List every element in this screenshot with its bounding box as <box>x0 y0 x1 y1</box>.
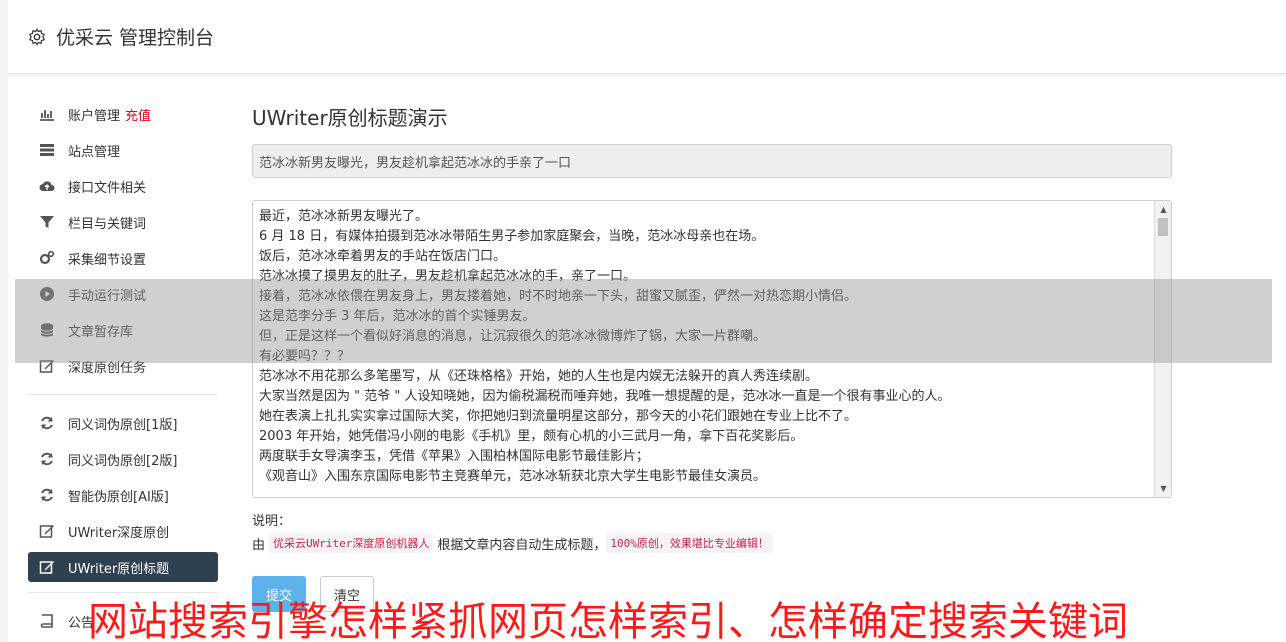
top-header: 优采云 管理控制台 <box>8 0 1286 74</box>
sidebar-item-label: 账户管理 <box>68 108 121 124</box>
robot-name-tag: 优采云UWriter深度原创机器人 <box>269 533 434 553</box>
article-content-textarea[interactable]: 最近，范冰冰新男友曝光了。 6 月 18 日，有媒体拍摄到范冰冰带陌生男子参加家庭… <box>252 200 1172 498</box>
notes-middle: 根据文章内容自动生成标题， <box>437 537 607 553</box>
scroll-thumb[interactable] <box>1158 218 1168 236</box>
content-line: 两度联手女导演李玉，凭借《苹果》入围柏林国际电影节最佳影片； <box>259 449 650 464</box>
database-icon <box>38 321 56 339</box>
gear-icon <box>28 27 46 46</box>
notes-label: 说明： <box>252 514 292 529</box>
sidebar-item-account[interactable]: 账户管理 充值 <box>28 96 218 132</box>
original-claim-tag: 100%原创，效果堪比专业编辑！ <box>606 533 773 553</box>
sidebar-item-synonym-v2[interactable]: 同义词伪原创[2版] <box>28 441 218 477</box>
content-line: 她在表演上扎扎实实拿过国际大奖，你把她归到流量明星这部分，那今天的小花们跟她在专… <box>259 409 858 424</box>
sidebar-item-label: 采集细节设置 <box>68 252 147 268</box>
sidebar-item-uwriter-title[interactable]: UWriter原创标题 <box>28 552 218 582</box>
sidebar-item-synonym-v1[interactable]: 同义词伪原创[1版] <box>28 405 218 441</box>
refresh-icon <box>38 450 56 468</box>
sidebar-item-label: 站点管理 <box>68 144 121 160</box>
sidebar-item-label: 文章暂存库 <box>68 324 134 340</box>
edit-icon <box>38 357 56 375</box>
sidebar-item-manual-run[interactable]: 手动运行测试 <box>28 276 218 312</box>
content-line: 有必要吗？？？ <box>259 349 351 364</box>
edit-icon <box>38 522 56 540</box>
content-line: 接着，范冰冰依偎在男友身上，男友搂着她，时不时地亲一下头，甜蜜又腻歪，俨然一对热… <box>259 289 858 304</box>
generated-title-value: 范冰冰新男友曝光，男友趁机拿起范冰冰的手亲了一口 <box>259 155 572 171</box>
sidebar-item-label: 栏目与关键词 <box>68 216 147 232</box>
content-line: 《观音山》入围东京国际电影节主竞赛单元，范冰冰斩获北京大学生电影节最佳女演员。 <box>259 469 767 484</box>
content-line: 这是范李分手 3 年后，范冰冰的首个实锤男友。 <box>259 309 536 324</box>
content-line: 饭后，范冰冰牵着男友的手站在饭店门口。 <box>259 249 507 264</box>
sidebar-item-label: 同义词伪原创[1版] <box>68 417 178 433</box>
sidebar-item-sites[interactable]: 站点管理 <box>28 132 218 168</box>
sidebar-item-label: 同义词伪原创[2版] <box>68 453 178 469</box>
watermark-banner: 网站搜索引擎怎样紧抓网页怎样索引、怎样确定搜索关键词 <box>88 599 1128 642</box>
sidebar-item-smart-ai[interactable]: 智能伪原创[AI版] <box>28 477 218 513</box>
article-content-lines: 最近，范冰冰新男友曝光了。 6 月 18 日，有媒体拍摄到范冰冰带陌生男子参加家庭… <box>253 201 1171 487</box>
sidebar-item-interface-files[interactable]: 接口文件相关 <box>28 168 218 204</box>
content-line: 范冰冰不用花那么多笔墨写，从《还珠格格》开始，她的人生也是内娱无法躲开的真人秀连… <box>259 369 819 384</box>
content-line: 2003 年开始，她凭借冯小刚的电影《手机》里，颇有心机的小三武月一角，拿下百花… <box>259 429 804 444</box>
notes-description: 由 优采云UWriter深度原创机器人 根据文章内容自动生成标题， 100%原创… <box>252 532 1172 554</box>
sidebar-item-deep-original-task[interactable]: 深度原创任务 <box>28 348 218 384</box>
content-line: 范冰冰摸了摸男友的肚子，男友趁机拿起范冰冰的手，亲了一口。 <box>259 269 637 284</box>
page-title: UWriter原创标题演示 <box>252 106 448 130</box>
generated-title-field[interactable]: 范冰冰新男友曝光，男友趁机拿起范冰冰的手亲了一口 <box>252 144 1172 178</box>
sidebar-item-collect-settings[interactable]: 采集细节设置 <box>28 240 218 276</box>
refresh-icon <box>38 486 56 504</box>
cogs-icon <box>38 249 56 267</box>
sidebar: 账户管理 充值 站点管理 接口文件相关 栏目与关键词 采集细节设置 手动运行测试… <box>28 96 218 639</box>
server-icon <box>38 141 56 159</box>
scroll-up-icon[interactable]: ▲ <box>1155 201 1171 218</box>
sidebar-item-label: 深度原创任务 <box>68 360 147 376</box>
content-line: 但，正是这样一个看似好消息的消息，让沉寂很久的范冰冰微博炸了锅，大家一片群嘲。 <box>259 329 767 344</box>
play-circle-icon <box>38 285 56 303</box>
sidebar-divider <box>28 394 218 395</box>
main-content: UWriter原创标题演示 范冰冰新男友曝光，男友趁机拿起范冰冰的手亲了一口 最… <box>252 100 1172 554</box>
sidebar-item-label: UWriter深度原创 <box>68 525 170 541</box>
sidebar-item-label: 接口文件相关 <box>68 180 147 196</box>
sidebar-item-label: UWriter原创标题 <box>68 561 170 577</box>
refresh-icon <box>38 414 56 432</box>
sidebar-item-uwriter-deep[interactable]: UWriter深度原创 <box>28 513 218 549</box>
edit-icon <box>38 558 56 576</box>
recharge-link[interactable]: 充值 <box>125 105 151 124</box>
cloud-upload-icon <box>38 177 56 195</box>
content-line: 6 月 18 日，有媒体拍摄到范冰冰带陌生男子参加家庭聚会，当晚，范冰冰母亲也在… <box>259 229 765 244</box>
content-line: 大家当然是因为 " 范爷 " 人设知晓她，因为偷税漏税而唾弃她，我唯一想提醒的是… <box>259 389 951 404</box>
sidebar-item-columns-keywords[interactable]: 栏目与关键词 <box>28 204 218 240</box>
content-line: 最近，范冰冰新男友曝光了。 <box>259 209 429 224</box>
book-icon <box>38 612 56 630</box>
sidebar-item-label: 智能伪原创[AI版] <box>68 489 169 505</box>
notes-prefix: 由 <box>252 537 266 553</box>
scroll-down-icon[interactable]: ▼ <box>1155 480 1171 497</box>
filter-icon <box>38 213 56 231</box>
sidebar-item-article-store[interactable]: 文章暂存库 <box>28 312 218 348</box>
notes-section: 说明： 由 优采云UWriter深度原创机器人 根据文章内容自动生成标题， 10… <box>252 510 1172 554</box>
app-title: 优采云 管理控制台 <box>56 27 215 49</box>
bar-chart-icon <box>38 105 56 123</box>
textarea-scrollbar[interactable]: ▲ ▼ <box>1154 201 1171 497</box>
sidebar-divider <box>28 592 218 593</box>
sidebar-item-label: 手动运行测试 <box>68 288 147 304</box>
